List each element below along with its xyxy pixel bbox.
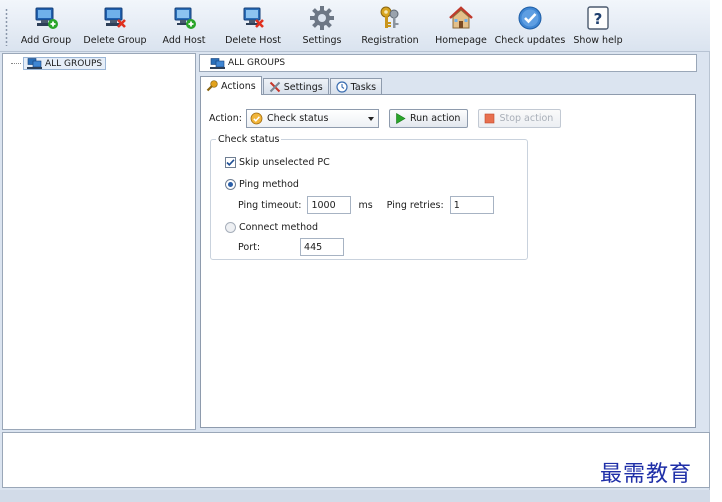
- ping-timeout-input[interactable]: 1000: [307, 196, 352, 214]
- stop-action-label: Stop action: [499, 113, 554, 124]
- port-label: Port:: [238, 241, 261, 253]
- port-row: Port: 445: [238, 238, 345, 256]
- home-icon: [449, 6, 473, 29]
- network-icon: [27, 58, 42, 69]
- settings-label: Settings: [302, 35, 342, 46]
- add-group-label: Add Group: [20, 35, 72, 46]
- skip-unselected-checkbox[interactable]: [225, 157, 236, 168]
- actions-tab-content: Action: Check status Run action Stop act…: [200, 94, 696, 428]
- run-action-label: Run action: [409, 113, 461, 124]
- ping-timeout-unit: ms: [358, 199, 373, 211]
- connect-method-label: Connect method: [239, 222, 318, 233]
- tab-actions-label: Actions: [221, 80, 256, 92]
- wrench-icon: [206, 80, 218, 92]
- action-select-value: Check status: [266, 113, 329, 124]
- network-icon: [210, 57, 225, 69]
- watermark-text: 最需教育: [600, 462, 693, 487]
- skip-unselected-option[interactable]: Skip unselected PC: [225, 157, 330, 168]
- registration-label: Registration: [361, 35, 419, 46]
- play-icon: [396, 113, 406, 124]
- status-bar: [0, 490, 710, 502]
- path-label: ALL GROUPS: [228, 58, 286, 68]
- tree-node[interactable]: ALL GROUPS: [23, 57, 107, 70]
- delete-group-icon: [104, 7, 126, 28]
- connect-method-radio[interactable]: [225, 222, 236, 233]
- tab-actions[interactable]: Actions: [200, 76, 262, 95]
- action-row: Action: Check status Run action Stop act…: [209, 109, 562, 128]
- delete-host-label: Delete Host: [225, 35, 281, 46]
- tools-icon: [269, 81, 280, 93]
- clock-icon: [336, 81, 348, 93]
- tab-settings-label: Settings: [283, 81, 323, 93]
- run-action-button[interactable]: Run action: [388, 109, 469, 128]
- tab-tasks[interactable]: Tasks: [329, 78, 383, 95]
- skip-unselected-label: Skip unselected PC: [239, 157, 330, 168]
- delete-host-button[interactable]: Delete Host: [225, 5, 281, 49]
- toolbar-grip[interactable]: [5, 8, 8, 46]
- stop-action-button[interactable]: Stop action: [478, 109, 562, 128]
- check-status-icon: [250, 112, 263, 125]
- show-help-button[interactable]: ? Show help: [573, 5, 623, 49]
- keys-icon: [380, 6, 399, 28]
- delete-group-button[interactable]: Delete Group: [83, 5, 147, 49]
- check-updates-button[interactable]: Check updates: [494, 5, 566, 49]
- port-input[interactable]: 445: [300, 238, 345, 256]
- ping-timeout-row: Ping timeout: 1000 ms Ping retries: 1: [238, 196, 494, 214]
- connect-method-option[interactable]: Connect method: [225, 222, 318, 233]
- app-window: Add Group Delete Group Add Host Delete H…: [0, 0, 710, 502]
- checkmark-icon: [226, 159, 235, 166]
- tab-tasks-label: Tasks: [350, 81, 377, 93]
- chevron-down-icon: [367, 117, 374, 121]
- add-host-icon: [174, 7, 196, 29]
- delete-host-icon: [243, 7, 264, 28]
- show-help-label: Show help: [573, 35, 623, 46]
- check-updates-label: Check updates: [494, 35, 566, 46]
- ping-retries-label: Ping retries:: [386, 199, 444, 211]
- homepage-label: Homepage: [435, 35, 487, 46]
- action-select[interactable]: Check status: [245, 109, 379, 128]
- details-panel: ALL GROUPS Actions Settings Tasks Action…: [198, 53, 698, 430]
- add-host-label: Add Host: [162, 35, 206, 46]
- ping-method-radio[interactable]: [225, 179, 236, 190]
- ping-retries-input[interactable]: 1: [449, 196, 494, 214]
- radio-dot: [228, 182, 233, 187]
- add-group-icon: [35, 7, 58, 29]
- tab-strip: Actions Settings Tasks: [200, 76, 383, 95]
- tab-settings[interactable]: Settings: [262, 78, 329, 95]
- registration-button[interactable]: Registration: [361, 5, 419, 49]
- delete-group-label: Delete Group: [83, 35, 147, 46]
- ping-method-option[interactable]: Ping method: [225, 179, 299, 190]
- settings-button[interactable]: Settings: [302, 5, 342, 49]
- question-icon: ?: [587, 6, 609, 30]
- ping-method-label: Ping method: [239, 179, 299, 190]
- homepage-button[interactable]: Homepage: [435, 5, 487, 49]
- tree-connector: [11, 63, 21, 64]
- svg-text:?: ?: [594, 10, 603, 28]
- ping-timeout-label: Ping timeout:: [238, 199, 302, 211]
- stop-icon: [485, 113, 495, 124]
- check-status-group: Check status Skip unselected PC Ping met…: [210, 134, 528, 260]
- add-group-button[interactable]: Add Group: [20, 5, 72, 49]
- toolbar: Add Group Delete Group Add Host Delete H…: [0, 0, 710, 52]
- check-status-title: Check status: [216, 134, 282, 145]
- gear-icon: [310, 6, 334, 30]
- action-label: Action:: [209, 113, 242, 124]
- path-bar: ALL GROUPS: [199, 54, 697, 72]
- tree-item-all-groups[interactable]: ALL GROUPS: [11, 57, 107, 70]
- tree-node-label: ALL GROUPS: [45, 58, 103, 69]
- group-tree[interactable]: ALL GROUPS: [2, 53, 196, 430]
- checkmark-icon: [518, 6, 542, 30]
- add-host-button[interactable]: Add Host: [162, 5, 206, 49]
